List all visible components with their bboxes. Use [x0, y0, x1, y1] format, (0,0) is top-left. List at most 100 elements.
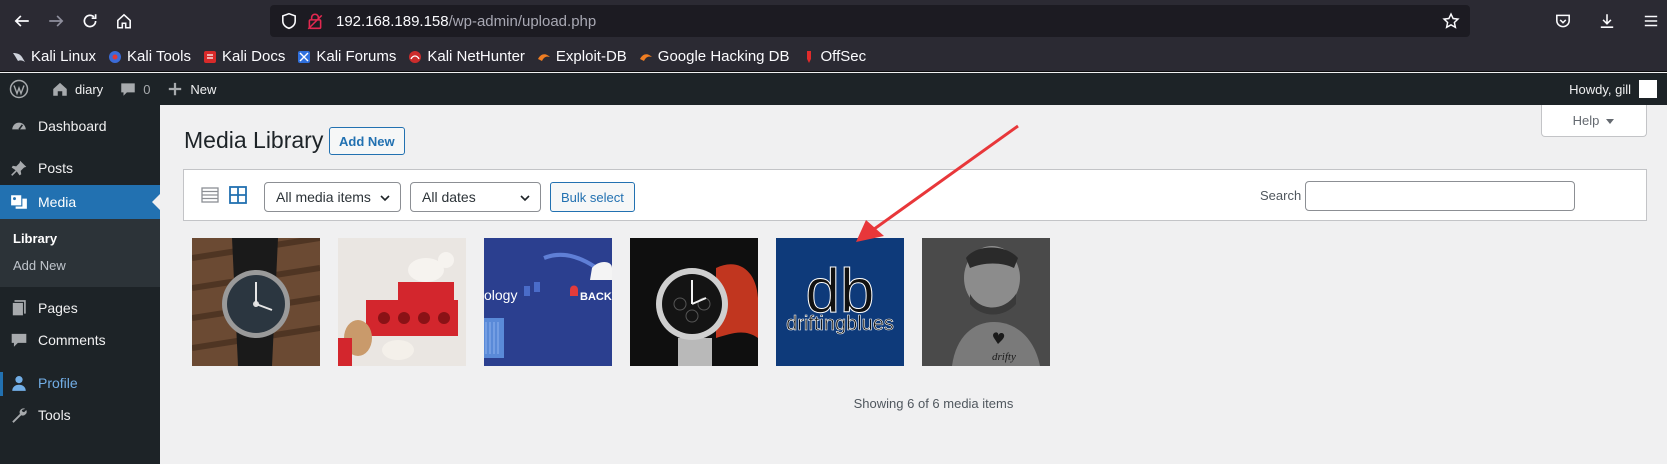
main-content: Media Library Add New Help All media ite… — [160, 105, 1667, 464]
bookmark-kali-forums[interactable]: Kali Forums — [297, 48, 396, 65]
tattoo-text: drifty — [992, 351, 1016, 363]
bookmark-kali-docs[interactable]: Kali Docs — [203, 48, 285, 65]
insecure-lock-icon[interactable] — [306, 12, 324, 30]
help-label: Help — [1572, 113, 1600, 128]
ghdb-icon — [639, 53, 652, 61]
bookmark-kali-tools[interactable]: Kali Tools — [108, 48, 191, 65]
sidebar-item-label: Profile — [38, 375, 78, 391]
url-path: /wp-admin/upload.php — [448, 12, 597, 30]
forward-icon[interactable] — [40, 5, 72, 37]
comment-bubble-icon — [11, 333, 27, 347]
bookmark-label: Kali Linux — [31, 48, 97, 65]
submenu-add-new[interactable]: Add New — [0, 252, 160, 279]
reload-icon[interactable] — [74, 5, 106, 37]
media-thumbnail-banner[interactable]: ology BACK — [484, 238, 612, 366]
sidebar-item-tools[interactable]: Tools — [0, 398, 160, 432]
comments-menu[interactable]: 0 — [111, 73, 158, 105]
comments-count: 0 — [143, 81, 151, 97]
howdy-text: Howdy, gill — [1569, 81, 1631, 97]
media-submenu: Library Add New — [0, 219, 160, 287]
url-bar[interactable]: 192.168.189.158/wp-admin/upload.php — [270, 5, 1470, 37]
sidebar-item-posts[interactable]: Posts — [0, 151, 160, 185]
back-icon[interactable] — [6, 5, 38, 37]
sidebar-item-label: Media — [38, 194, 77, 210]
media-toolbar: All media items All dates Bulk select Se… — [183, 169, 1647, 221]
kali-docs-icon — [203, 50, 216, 63]
media-type-value: All media items — [276, 189, 371, 205]
search-label: Search — [1260, 188, 1302, 203]
bookmark-label: Exploit-DB — [555, 48, 627, 65]
sidebar-item-media[interactable]: Media — [0, 185, 160, 219]
wp-admin-bar: diary 0 New Howdy, gill — [0, 73, 1667, 105]
cats-image — [338, 238, 466, 366]
pocket-icon[interactable] — [1547, 5, 1579, 37]
wrench-icon — [12, 408, 27, 423]
bookmark-label: Kali Forums — [316, 48, 397, 65]
page-title: Media Library — [184, 127, 324, 153]
site-name: diary — [75, 81, 104, 97]
media-thumbnail-watch-dark[interactable] — [630, 238, 758, 366]
browser-toolbar: 192.168.189.158/wp-admin/upload.php — [0, 0, 1667, 42]
user-icon — [12, 376, 26, 391]
new-content-menu[interactable]: New — [158, 73, 224, 105]
exploit-db-icon — [537, 53, 550, 61]
bookmark-label: Kali Tools — [127, 48, 191, 65]
sidebar-item-dashboard[interactable]: Dashboard — [0, 109, 160, 143]
bookmark-exploit-db[interactable]: Exploit-DB — [537, 48, 627, 65]
date-filter[interactable]: All dates — [410, 182, 541, 212]
date-filter-value: All dates — [422, 189, 476, 205]
help-tab-button[interactable]: Help — [1541, 105, 1647, 137]
bookmark-offsec[interactable]: OffSec — [802, 48, 867, 65]
media-thumbnail-driftingblues[interactable]: db driftingblues — [776, 238, 904, 366]
admin-sidebar: Dashboard Posts Media Library Add New Pa… — [0, 105, 160, 464]
add-new-button[interactable]: Add New — [329, 127, 405, 155]
menu-hamburger-icon[interactable] — [1635, 5, 1667, 37]
kali-forums-icon — [298, 50, 311, 63]
dashboard-gauge-icon — [12, 122, 26, 130]
sidebar-item-label: Posts — [38, 160, 74, 176]
nethunter-icon — [409, 50, 422, 63]
kali-dragon-icon — [13, 52, 25, 62]
watch-dark-image — [630, 238, 758, 366]
pushpin-icon — [11, 160, 27, 176]
bookmark-label: OffSec — [820, 48, 867, 65]
plus-icon — [169, 82, 182, 96]
banner-image: ology BACK — [484, 238, 612, 366]
site-name-menu[interactable]: diary — [43, 73, 111, 105]
my-account-menu[interactable]: Howdy, gill — [1569, 73, 1657, 105]
submenu-library[interactable]: Library — [0, 225, 160, 252]
bookmark-google-hacking-db[interactable]: Google Hacking DB — [639, 48, 790, 65]
downloads-icon[interactable] — [1591, 5, 1623, 37]
watch-wood-image — [192, 238, 320, 366]
sidebar-item-pages[interactable]: Pages — [0, 291, 160, 325]
home-icon — [53, 82, 67, 96]
search-input[interactable] — [1305, 181, 1575, 211]
sidebar-item-comments[interactable]: Comments — [0, 323, 160, 357]
chevron-down-icon — [380, 195, 390, 202]
new-label: New — [190, 81, 217, 97]
bookmark-star-icon[interactable] — [1442, 12, 1460, 30]
media-thumbnail-cats[interactable] — [338, 238, 466, 366]
grid-view-icon[interactable] — [228, 185, 248, 205]
list-view-icon[interactable] — [200, 185, 220, 205]
media-thumbnail-watch-wood[interactable] — [192, 238, 320, 366]
bookmark-label: Kali NetHunter — [427, 48, 525, 65]
media-thumbnail-portrait[interactable]: drifty — [922, 238, 1050, 366]
bookmark-kali-linux[interactable]: Kali Linux — [12, 48, 96, 65]
kali-tools-icon — [109, 50, 122, 63]
banner-text-blog: ology — [484, 287, 517, 303]
sidebar-item-label: Pages — [38, 300, 78, 316]
sidebar-item-profile[interactable]: Profile — [0, 366, 160, 400]
sidebar-item-label: Tools — [38, 407, 71, 423]
media-type-filter[interactable]: All media items — [264, 182, 401, 212]
url-host: 192.168.189.158 — [336, 12, 449, 30]
media-count-status: Showing 6 of 6 media items — [853, 396, 1014, 411]
caret-down-icon — [1606, 118, 1615, 124]
bulk-select-button[interactable]: Bulk select — [550, 182, 635, 212]
sidebar-item-label: Dashboard — [38, 118, 107, 134]
sidebar-item-label: Comments — [38, 332, 106, 348]
home-icon[interactable] — [108, 5, 140, 37]
bookmark-kali-nethunter[interactable]: Kali NetHunter — [408, 48, 525, 65]
tracking-shield-icon[interactable] — [280, 12, 298, 30]
wp-logo-menu[interactable] — [0, 73, 43, 105]
